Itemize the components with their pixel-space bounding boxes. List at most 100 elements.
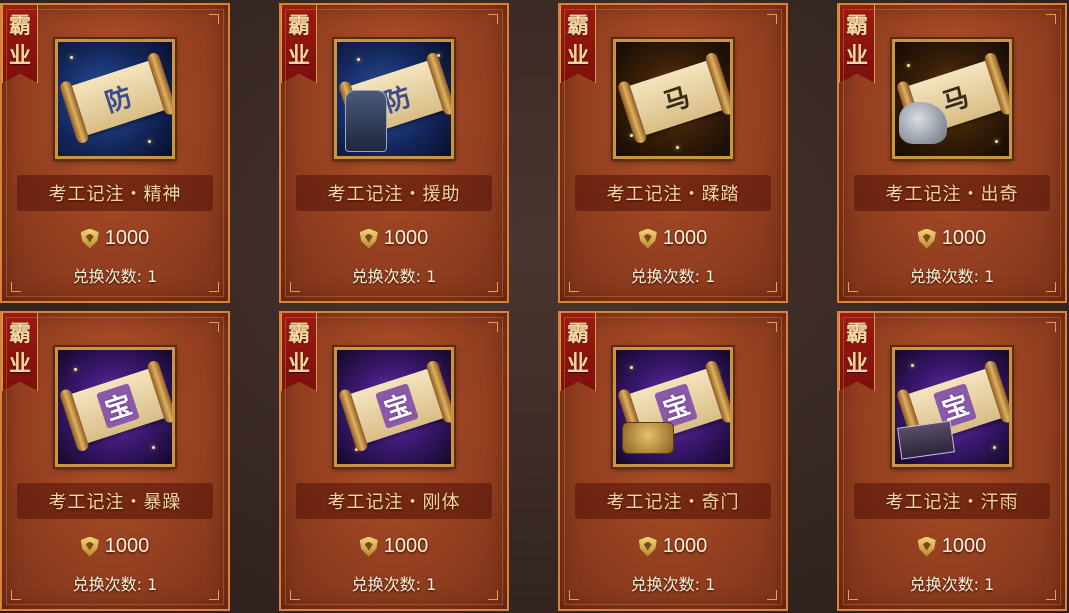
item-name: 考工记注・汗雨 xyxy=(854,483,1050,519)
item-price: 1000 xyxy=(560,227,786,250)
shop-item-card[interactable]: 霸 业 宝 考工记注・暴躁 1000 兑换次数: 1 xyxy=(0,311,230,611)
exchange-limit-value: 1 xyxy=(426,575,437,594)
exchange-limit: 兑换次数: 1 xyxy=(839,571,1065,595)
item-price: 1000 xyxy=(560,535,786,558)
exchange-limit: 兑换次数: 1 xyxy=(560,263,786,287)
corner-ornament xyxy=(209,322,219,332)
item-name: 考工记注・暴躁 xyxy=(17,483,213,519)
price-value: 1000 xyxy=(383,535,429,557)
ribbon-char-2: 业 xyxy=(8,43,31,69)
price-value: 1000 xyxy=(104,535,150,557)
ribbon-char-1: 霸 xyxy=(8,13,31,39)
faction-ribbon: 霸 业 xyxy=(2,313,38,391)
item-name: 考工记注・刚体 xyxy=(296,483,492,519)
exchange-limit-value: 1 xyxy=(147,575,158,594)
price-value: 1000 xyxy=(941,535,987,557)
scroll-glyph: 防 xyxy=(101,82,136,119)
exchange-limit: 兑换次数: 1 xyxy=(281,571,507,595)
shield-currency-icon xyxy=(917,228,936,249)
exchange-limit-value: 1 xyxy=(984,267,995,286)
price-value: 1000 xyxy=(941,227,987,249)
corner-ornament xyxy=(488,14,498,24)
exchange-limit-label: 兑换次数: xyxy=(630,267,701,286)
ribbon-char-1: 霸 xyxy=(566,321,589,347)
exchange-limit-label: 兑换次数: xyxy=(909,267,980,286)
ribbon-char-2: 业 xyxy=(845,43,868,69)
price-value: 1000 xyxy=(662,227,708,249)
faction-ribbon: 霸 业 xyxy=(560,313,596,391)
item-price: 1000 xyxy=(839,227,1065,250)
item-name: 考工记注・出奇 xyxy=(854,175,1050,211)
ribbon-char-2: 业 xyxy=(566,43,589,69)
ribbon-char-1: 霸 xyxy=(287,13,310,39)
armor-icon xyxy=(345,90,387,152)
exchange-limit-value: 1 xyxy=(426,267,437,286)
scroll-item-icon: 防 xyxy=(334,39,454,159)
corner-ornament xyxy=(488,322,498,332)
scroll-item-icon: 防 xyxy=(55,39,175,159)
exchange-limit-label: 兑换次数: xyxy=(909,575,980,594)
scroll-item-icon: 宝 xyxy=(892,347,1012,467)
exchange-limit-value: 1 xyxy=(705,267,716,286)
corner-ornament xyxy=(767,322,777,332)
exchange-shop-grid: 霸 业 防 考工记注・精神 1000 兑换次数: 1 霸 业 防 考工记注・援助 xyxy=(0,0,1069,613)
scroll-icon: 防 xyxy=(68,59,168,137)
shield-currency-icon xyxy=(638,228,657,249)
exchange-limit-label: 兑换次数: xyxy=(351,267,422,286)
ribbon-char-2: 业 xyxy=(566,351,589,377)
corner-ornament xyxy=(1046,322,1056,332)
ribbon-char-1: 霸 xyxy=(845,321,868,347)
scroll-glyph: 马 xyxy=(659,82,694,119)
item-price: 1000 xyxy=(2,227,228,250)
shield-currency-icon xyxy=(917,536,936,557)
scroll-item-icon: 宝 xyxy=(613,347,733,467)
ribbon-char-1: 霸 xyxy=(566,13,589,39)
ribbon-char-2: 业 xyxy=(8,351,31,377)
ribbon-char-2: 业 xyxy=(287,351,310,377)
exchange-limit: 兑换次数: 1 xyxy=(839,263,1065,287)
faction-ribbon: 霸 业 xyxy=(839,5,875,83)
shop-item-card[interactable]: 霸 业 马 考工记注・蹂踏 1000 兑换次数: 1 xyxy=(558,3,788,303)
ribbon-char-2: 业 xyxy=(287,43,310,69)
scroll-icon: 宝 xyxy=(347,367,447,445)
price-value: 1000 xyxy=(662,535,708,557)
item-price: 1000 xyxy=(2,535,228,558)
exchange-limit: 兑换次数: 1 xyxy=(2,263,228,287)
item-name: 考工记注・精神 xyxy=(17,175,213,211)
shop-item-card[interactable]: 霸 业 防 考工记注・援助 1000 兑换次数: 1 xyxy=(279,3,509,303)
scroll-item-icon: 马 xyxy=(892,39,1012,159)
faction-ribbon: 霸 业 xyxy=(2,5,38,83)
scroll-item-icon: 宝 xyxy=(334,347,454,467)
scroll-glyph: 宝 xyxy=(375,383,419,429)
shop-item-card[interactable]: 霸 业 宝 考工记注・奇门 1000 兑换次数: 1 xyxy=(558,311,788,611)
shop-item-card[interactable]: 霸 业 宝 考工记注・刚体 1000 兑换次数: 1 xyxy=(279,311,509,611)
horse-icon xyxy=(899,102,947,144)
price-value: 1000 xyxy=(383,227,429,249)
shield-currency-icon xyxy=(80,536,99,557)
exchange-limit-label: 兑换次数: xyxy=(630,575,701,594)
shield-currency-icon xyxy=(80,228,99,249)
shop-item-card[interactable]: 霸 业 宝 考工记注・汗雨 1000 兑换次数: 1 xyxy=(837,311,1067,611)
faction-ribbon: 霸 业 xyxy=(281,313,317,391)
coins-icon xyxy=(622,422,674,454)
exchange-limit-label: 兑换次数: xyxy=(351,575,422,594)
scroll-item-icon: 宝 xyxy=(55,347,175,467)
item-name: 考工记注・蹂踏 xyxy=(575,175,771,211)
exchange-limit-value: 1 xyxy=(705,575,716,594)
item-price: 1000 xyxy=(281,535,507,558)
item-name: 考工记注・奇门 xyxy=(575,483,771,519)
corner-ornament xyxy=(767,14,777,24)
exchange-limit: 兑换次数: 1 xyxy=(281,263,507,287)
exchange-limit: 兑换次数: 1 xyxy=(2,571,228,595)
item-price: 1000 xyxy=(839,535,1065,558)
ribbon-char-1: 霸 xyxy=(8,321,31,347)
shield-currency-icon xyxy=(359,536,378,557)
corner-ornament xyxy=(209,14,219,24)
ribbon-char-2: 业 xyxy=(845,351,868,377)
shop-item-card[interactable]: 霸 业 马 考工记注・出奇 1000 兑换次数: 1 xyxy=(837,3,1067,303)
exchange-limit: 兑换次数: 1 xyxy=(560,571,786,595)
scroll-item-icon: 马 xyxy=(613,39,733,159)
item-name: 考工记注・援助 xyxy=(296,175,492,211)
shield-currency-icon xyxy=(638,536,657,557)
shop-item-card[interactable]: 霸 业 防 考工记注・精神 1000 兑换次数: 1 xyxy=(0,3,230,303)
